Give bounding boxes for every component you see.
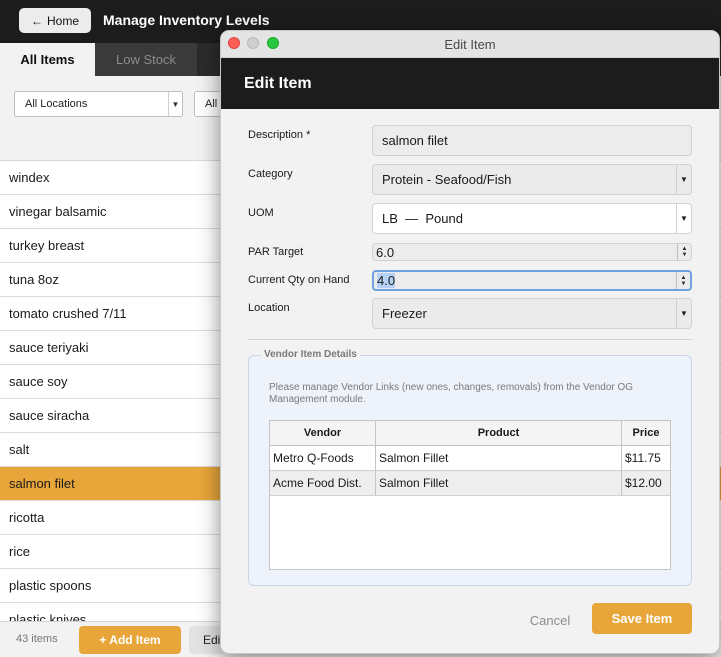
current-qty-label: Current Qty on Hand	[248, 274, 350, 286]
chevron-down-icon: ▼	[676, 299, 691, 328]
vendor-cell: Acme Food Dist.	[270, 471, 376, 495]
vendor-details-legend: Vendor Item Details	[261, 349, 360, 360]
description-value: salmon filet	[382, 133, 448, 148]
window-titlebar[interactable]: Edit Item	[221, 31, 719, 58]
table-row[interactable]: Acme Food Dist. Salmon Fillet $12.00	[270, 471, 670, 496]
par-target-value: 6.0	[376, 244, 395, 260]
uom-label: UOM	[248, 207, 274, 219]
cancel-button[interactable]: Cancel	[521, 605, 579, 635]
category-select[interactable]: Protein - Seafood/Fish ▼	[372, 164, 692, 195]
vendor-note: Please manage Vendor Links (new ones, ch…	[269, 382, 634, 405]
chevron-down-icon: ▼	[676, 204, 691, 233]
dialog-header: Edit Item	[221, 58, 719, 109]
location-filter-value: All Locations	[25, 98, 88, 110]
stepper-arrows-icon[interactable]: ▲ ▼	[676, 272, 690, 289]
vendor-details-group: Vendor Item Details Please manage Vendor…	[248, 349, 692, 586]
uom-select[interactable]: LB — Pound ▼	[372, 203, 692, 234]
secondary-filter-value: All	[205, 98, 218, 110]
item-count: 43 items	[16, 633, 58, 645]
vendor-table: Vendor Product Price Metro Q-Foods Salmo…	[269, 420, 671, 570]
home-button-label: Home	[46, 13, 79, 28]
par-target-stepper[interactable]: 6.0 ▲ ▼	[372, 243, 692, 261]
save-item-button[interactable]: Save Item	[592, 603, 692, 634]
product-cell: Salmon Fillet	[376, 446, 622, 470]
location-value: Freezer	[382, 306, 427, 321]
vendor-table-header: Vendor Product Price	[270, 421, 670, 446]
column-header-price[interactable]: Price	[622, 421, 670, 445]
location-filter-select[interactable]: All Locations ▼	[14, 91, 183, 117]
vendor-cell: Metro Q-Foods	[270, 446, 376, 470]
uom-value: LB — Pound	[382, 211, 463, 226]
page-title: Manage Inventory Levels	[103, 12, 270, 28]
current-qty-stepper[interactable]: 4.0 ▲ ▼	[372, 270, 692, 291]
price-cell: $11.75	[625, 451, 661, 465]
column-header-vendor[interactable]: Vendor	[270, 421, 376, 445]
par-target-label: PAR Target	[248, 246, 304, 258]
tab-low-stock[interactable]: Low Stock	[95, 43, 197, 76]
table-row[interactable]: Metro Q-Foods Salmon Fillet $11.75	[270, 446, 670, 471]
price-cell: $12.00	[625, 476, 662, 490]
product-cell: Salmon Fillet	[376, 471, 622, 495]
divider	[248, 339, 692, 340]
category-label: Category	[248, 168, 293, 180]
chevron-down-icon: ▼	[168, 92, 182, 116]
dialog-title: Edit Item	[244, 75, 312, 92]
home-button[interactable]: ← Home	[19, 8, 91, 33]
stepper-arrows-icon[interactable]: ▲ ▼	[677, 244, 691, 260]
description-label: Description *	[248, 129, 311, 141]
location-label: Location	[248, 302, 290, 314]
location-select[interactable]: Freezer ▼	[372, 298, 692, 329]
category-value: Protein - Seafood/Fish	[382, 172, 512, 187]
add-item-button[interactable]: + Add Item	[79, 626, 181, 654]
chevron-down-icon: ▼	[676, 165, 691, 194]
arrow-left-icon: ←	[30, 13, 43, 28]
description-input[interactable]: salmon filet	[372, 125, 692, 156]
current-qty-value: 4.0	[377, 273, 396, 288]
tab-all-items[interactable]: All Items	[0, 43, 95, 76]
column-header-product[interactable]: Product	[376, 421, 622, 445]
edit-item-window: Edit Item Edit Item Description * salmon…	[220, 30, 720, 654]
window-title: Edit Item	[444, 37, 496, 52]
